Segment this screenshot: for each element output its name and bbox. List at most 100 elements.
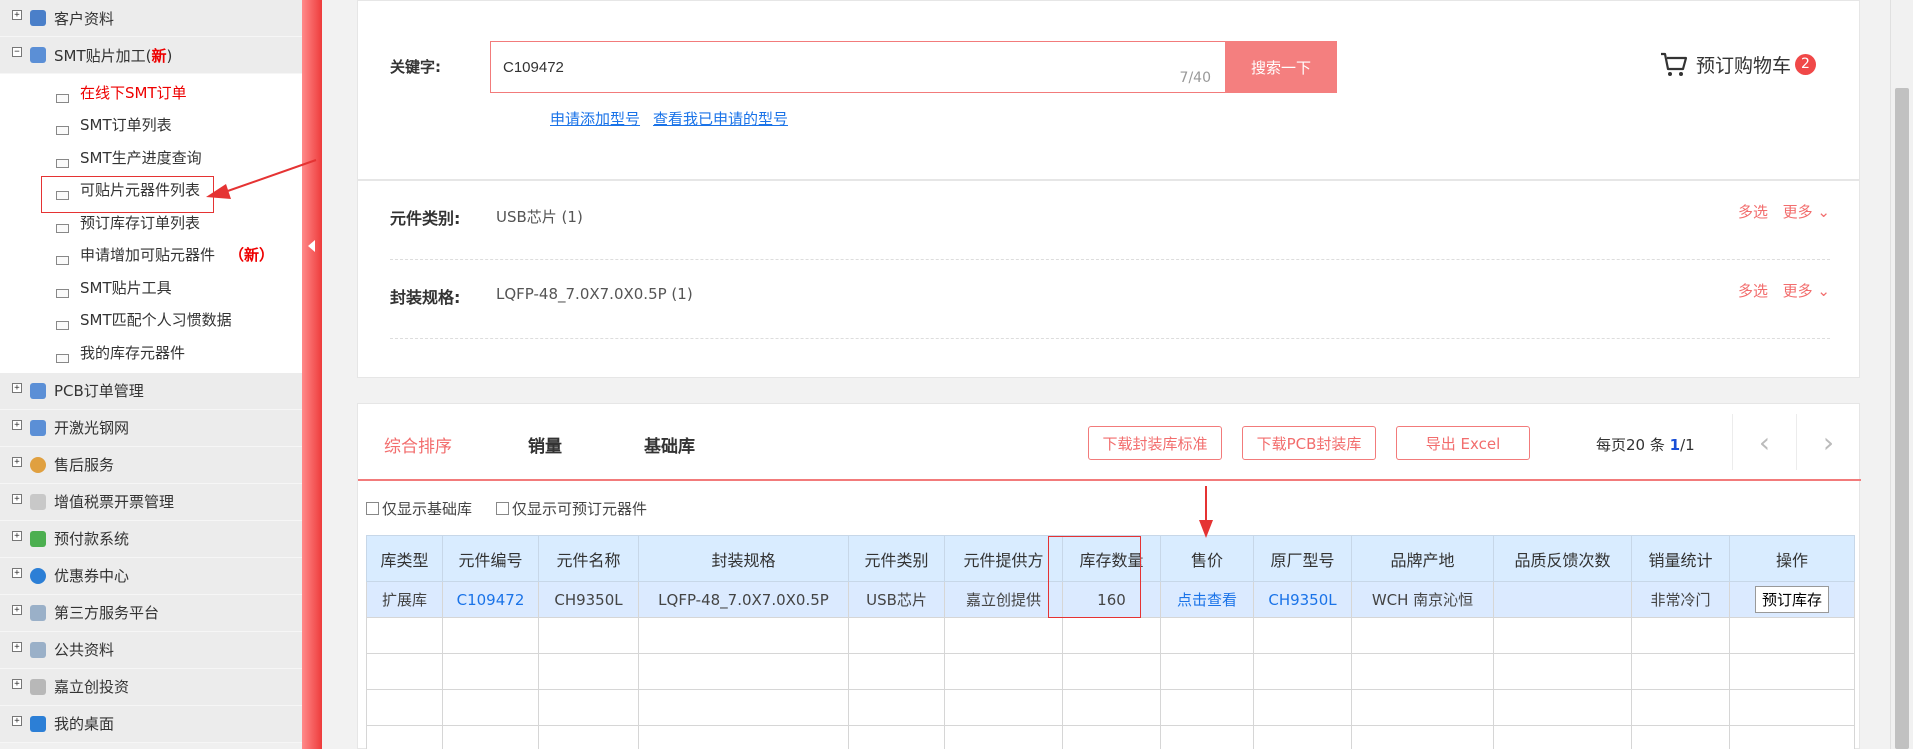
sidebar-collapse-handle[interactable] bbox=[302, 0, 322, 749]
cell-package: LQFP-48_7.0X7.0X0.5P bbox=[638, 581, 849, 618]
submenu-apply-component[interactable]: 申请增加可贴元器件 （新） bbox=[0, 239, 302, 272]
scrollbar-thumb[interactable] bbox=[1895, 88, 1909, 749]
submenu-my-inventory[interactable]: 我的库存元器件 bbox=[0, 336, 302, 369]
menu-pcb[interactable]: + PCB订单管理 bbox=[0, 372, 302, 410]
menu-desktop[interactable]: + 我的桌面 bbox=[0, 705, 302, 743]
download-pcb-footprint-button[interactable]: 下载PCB封装库 bbox=[1242, 426, 1376, 460]
reserve-stock-button[interactable]: 预订库存 bbox=[1754, 586, 1829, 613]
expand-icon[interactable]: + bbox=[12, 493, 22, 504]
menu-label: PCB订单管理 bbox=[54, 382, 144, 400]
collapse-icon[interactable]: − bbox=[12, 47, 22, 57]
table-row-empty bbox=[366, 689, 1855, 726]
more-button[interactable]: 更多 ⌄ bbox=[1783, 280, 1830, 301]
search-box[interactable]: 7/40 bbox=[490, 41, 1226, 93]
stencil-icon bbox=[30, 419, 46, 436]
expand-icon[interactable]: + bbox=[12, 641, 22, 652]
cart-count-badge: 2 bbox=[1795, 54, 1817, 75]
menu-stencil[interactable]: + 开激光钢网 bbox=[0, 409, 302, 447]
menu-label: 售后服务 bbox=[54, 456, 115, 474]
checkbox-box[interactable] bbox=[366, 502, 379, 515]
expand-icon[interactable]: + bbox=[12, 715, 22, 726]
next-page-button[interactable]: › bbox=[1796, 414, 1860, 470]
smt-icon bbox=[30, 47, 46, 63]
expand-icon[interactable]: + bbox=[12, 10, 22, 20]
main-content: 关键字: 7/40 搜索一下 申请添加型号 查看我已申请的型号 预订购物车 2 … bbox=[322, 0, 1890, 749]
col-mfr-part: 原厂型号 bbox=[1253, 535, 1352, 582]
submenu-offline-order[interactable]: 在线下SMT订单 bbox=[0, 76, 302, 109]
col-provider: 元件提供方 bbox=[944, 535, 1063, 582]
search-button[interactable]: 搜索一下 bbox=[1225, 41, 1337, 93]
smt-submenu: 在线下SMT订单 SMT订单列表 SMT生产进度查询 可贴片元器件列表 预订库存… bbox=[0, 74, 302, 373]
invoice-icon bbox=[30, 493, 46, 510]
page-scrollbar[interactable] bbox=[1890, 0, 1913, 749]
col-package: 封装规格 bbox=[638, 535, 849, 582]
new-badge: （新） bbox=[229, 246, 275, 265]
user-icon bbox=[30, 456, 46, 473]
public-icon bbox=[30, 641, 46, 658]
platform-icon bbox=[30, 604, 46, 621]
menu-customer[interactable]: + 客户资料 bbox=[0, 0, 302, 37]
view-applied-link[interactable]: 查看我已申请的型号 bbox=[653, 108, 788, 129]
doc-icon bbox=[56, 223, 69, 233]
checkbox-box[interactable] bbox=[496, 502, 509, 515]
table-header-row: 库类型 元件编号 元件名称 封装规格 元件类别 元件提供方 库存数量 售价 原厂… bbox=[366, 535, 1855, 582]
reservable-only-checkbox[interactable]: 仅显示可预订元器件 bbox=[496, 498, 647, 519]
doc-icon bbox=[56, 93, 69, 103]
menu-invest[interactable]: + 嘉立创投资 bbox=[0, 668, 302, 706]
expand-icon[interactable]: + bbox=[12, 567, 22, 578]
pcb-icon bbox=[30, 382, 46, 399]
expand-icon[interactable]: + bbox=[12, 604, 22, 615]
expand-icon[interactable]: + bbox=[12, 382, 22, 393]
tab-overall-sort[interactable]: 综合排序 bbox=[384, 432, 452, 457]
menu-public[interactable]: + 公共资料 bbox=[0, 631, 302, 669]
col-part-no: 元件编号 bbox=[442, 535, 539, 582]
divider bbox=[390, 338, 1830, 339]
download-footprint-std-button[interactable]: 下载封装库标准 bbox=[1088, 426, 1222, 460]
cell-part-no-link[interactable]: C109472 bbox=[442, 581, 539, 618]
submenu-smt-tools[interactable]: SMT贴片工具 bbox=[0, 271, 302, 304]
chevron-right-icon: › bbox=[1822, 425, 1835, 459]
filter-value[interactable]: USB芯片 (1) bbox=[496, 206, 583, 227]
multi-select-button[interactable]: 多选 bbox=[1738, 280, 1768, 301]
menu-coupon[interactable]: + 优惠券中心 bbox=[0, 557, 302, 595]
cell-mfr-part-link[interactable]: CH9350L bbox=[1253, 581, 1352, 618]
submenu-habit-data[interactable]: SMT匹配个人习惯数据 bbox=[0, 304, 302, 337]
basic-only-checkbox[interactable]: 仅显示基础库 bbox=[366, 498, 472, 519]
filter-category: 元件类别: USB芯片 (1) 多选 更多 ⌄ bbox=[390, 181, 1830, 259]
expand-icon[interactable]: + bbox=[12, 530, 22, 541]
submenu-order-list[interactable]: SMT订单列表 bbox=[0, 109, 302, 142]
reserve-cart[interactable]: 预订购物车 2 bbox=[1660, 51, 1817, 78]
cell-stock: 160 bbox=[1062, 581, 1161, 618]
prev-page-button[interactable]: ‹ bbox=[1732, 414, 1796, 470]
cell-price-link[interactable]: 点击查看 bbox=[1160, 581, 1254, 618]
expand-icon[interactable]: + bbox=[12, 678, 22, 689]
export-excel-button[interactable]: 导出 Excel bbox=[1396, 426, 1530, 460]
expand-icon[interactable]: + bbox=[12, 456, 22, 467]
tab-basic-library[interactable]: 基础库 bbox=[644, 432, 695, 457]
table-row-empty bbox=[366, 617, 1855, 654]
filter-value[interactable]: LQFP-48_7.0X7.0X0.5P (1) bbox=[496, 285, 693, 303]
cell-lib-type: 扩展库 bbox=[366, 581, 443, 618]
filter-label: 元件类别: bbox=[390, 209, 461, 228]
menu-invoice[interactable]: + 增值税票开票管理 bbox=[0, 483, 302, 521]
col-price: 售价 bbox=[1160, 535, 1254, 582]
menu-label-suffix: ) bbox=[166, 46, 173, 65]
chevron-down-icon: ⌄ bbox=[1817, 203, 1830, 221]
desktop-icon bbox=[30, 715, 46, 732]
cell-category: USB芯片 bbox=[848, 581, 945, 618]
tab-sales[interactable]: 销量 bbox=[528, 432, 562, 457]
menu-thirdparty[interactable]: + 第三方服务平台 bbox=[0, 594, 302, 632]
menu-prepay[interactable]: + 预付款系统 bbox=[0, 520, 302, 558]
more-button[interactable]: 更多 ⌄ bbox=[1783, 201, 1830, 222]
menu-aftersale[interactable]: + 售后服务 bbox=[0, 446, 302, 484]
cell-name: CH9350L bbox=[538, 581, 639, 618]
multi-select-button[interactable]: 多选 bbox=[1738, 201, 1768, 222]
table-row: 扩展库 C109472 CH9350L LQFP-48_7.0X7.0X0.5P… bbox=[366, 581, 1855, 618]
search-input[interactable] bbox=[503, 54, 1183, 80]
menu-smt[interactable]: − SMT贴片加工(新) bbox=[0, 37, 302, 74]
apply-part-link[interactable]: 申请添加型号 bbox=[550, 108, 640, 129]
expand-icon[interactable]: + bbox=[12, 419, 22, 430]
submenu-progress[interactable]: SMT生产进度查询 bbox=[0, 141, 302, 174]
submenu-label: 预订库存订单列表 bbox=[80, 213, 201, 232]
menu-label: SMT贴片加工( bbox=[54, 46, 152, 65]
